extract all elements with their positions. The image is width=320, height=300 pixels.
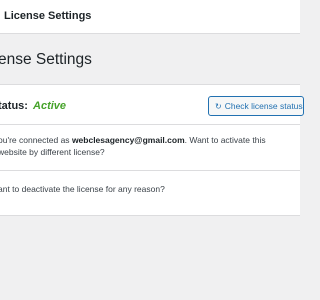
top-bar-title: License Settings [4, 10, 92, 22]
connection-prefix: ou're connected as [0, 135, 70, 145]
license-status-row: tatus: Active ↻ Check license status [0, 85, 304, 125]
top-bar: License Settings [0, 0, 300, 34]
connection-info-row: ou're connected as webclesagency@gmail.c… [0, 125, 300, 171]
refresh-icon: ↻ [215, 102, 222, 111]
connected-email: webclesagency@gmail.com [71, 135, 185, 145]
deactivate-license-link[interactable]: ant to deactivate the license for any re… [0, 184, 165, 194]
page-title: ense Settings [0, 51, 92, 68]
license-status-label: tatus: [0, 100, 28, 112]
different-license-link[interactable]: different license? [41, 147, 105, 157]
check-license-status-label: Check license status [224, 101, 303, 111]
license-status-value: Active [33, 100, 67, 112]
connection-info-text: ou're connected as webclesagency@gmail.c… [0, 134, 290, 158]
deactivate-row: ant to deactivate the license for any re… [0, 171, 300, 207]
check-license-status-button[interactable]: ↻ Check license status [208, 96, 304, 116]
license-status: tatus: Active [0, 100, 66, 112]
license-panel: tatus: Active ↻ Check license status ou'r… [0, 84, 304, 216]
